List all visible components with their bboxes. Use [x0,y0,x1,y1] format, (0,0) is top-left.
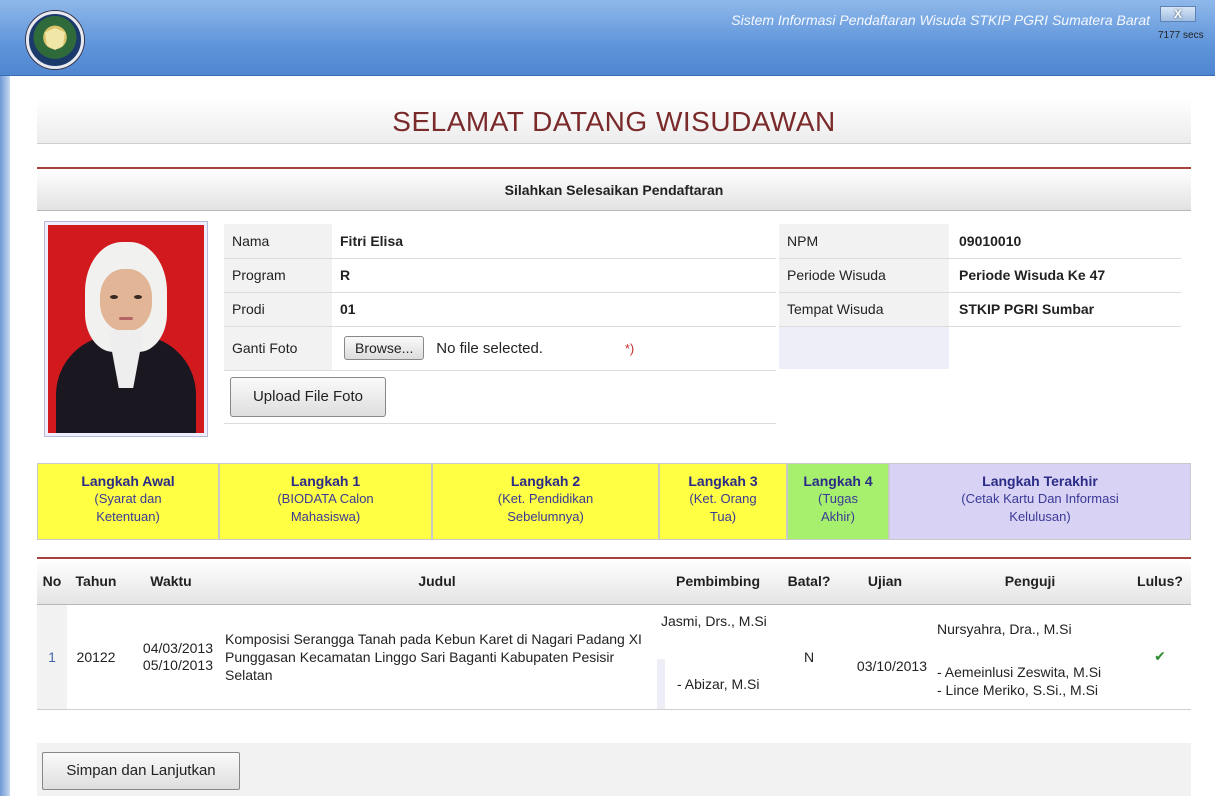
file-picker: Browse... No file selected. *) [332,326,776,371]
step-description: (BIODATA Calon Mahasiswa) [277,491,374,524]
col-ujian: Ujian [839,557,931,605]
step-langkah-4[interactable]: Langkah 4 (Tugas Akhir) [787,463,889,540]
info-label: NPM [779,224,949,259]
info-label: Nama [224,224,332,259]
step-description: (Ket. Pendidikan Sebelumnya) [497,491,594,524]
step-langkah-terakhir[interactable]: Langkah Terakhir (Cetak Kartu Dan Inform… [889,463,1191,540]
info-row-prodi: Prodi 01 [224,292,776,327]
pembimbing-1: Jasmi, Drs., M.Si [661,612,767,629]
profile-info-right: NPM 09010010 Periode Wisuda Periode Wisu… [779,224,1181,327]
info-label: Prodi [224,292,332,327]
col-judul: Judul [217,557,657,605]
info-value: R [332,258,776,293]
empty-cell [779,327,949,369]
step-title: Langkah 1 [290,473,361,489]
section-title: Silahkan Selesaikan Pendaftaran [37,167,1191,211]
info-row-periode: Periode Wisuda Periode Wisuda Ke 47 [779,258,1181,293]
step-title: Langkah 4 [803,473,873,489]
step-langkah-2[interactable]: Langkah 2 (Ket. Pendidikan Sebelumnya) [432,463,659,540]
cell-ujian: 03/10/2013 [839,604,931,710]
cell-no: 1 [37,604,67,710]
cell-pembimbing: Jasmi, Drs., M.Si - Abizar, M.Si [657,604,779,710]
col-pembimbing: Pembimbing [657,557,779,605]
step-langkah-awal[interactable]: Langkah Awal (Syarat dan Ketentuan) [37,463,219,540]
info-row-nama: Nama Fitri Elisa [224,224,776,259]
required-mark: *) [624,340,635,356]
step-title: Langkah 3 [688,473,758,489]
step-title: Langkah Terakhir [982,473,1098,489]
step-description: (Syarat dan Ketentuan) [94,491,162,524]
cell-penguji: Nursyahra, Dra., M.Si - Aemeinlusi Zeswi… [931,604,1129,710]
profile-photo-frame [44,221,208,437]
info-label: Program [224,258,332,293]
thesis-table: No Tahun Waktu Judul Pembimbing Batal? U… [37,557,1191,710]
waktu-start: 04/03/2013 [142,639,213,656]
step-description: (Tugas Akhir) [818,491,858,524]
checkmark-icon: ✔ [1129,604,1191,710]
info-row-npm: NPM 09010010 [779,224,1181,259]
title-bar: Sistem Informasi Pendaftaran Wisuda STKI… [0,0,1215,76]
info-label: Ganti Foto [224,326,332,371]
profile-photo [48,225,204,433]
col-penguji: Penguji [931,557,1129,605]
step-title: Langkah 2 [510,473,581,489]
save-and-continue-button[interactable]: Simpan dan Lanjutkan [42,752,240,790]
step-description: (Cetak Kartu Dan Informasi Kelulusan) [961,491,1119,524]
cell-waktu: 04/03/2013 05/10/2013 [125,604,217,710]
session-timer: 7177 secs [1158,30,1204,41]
info-value: STKIP PGRI Sumbar [949,292,1181,327]
step-langkah-3[interactable]: Langkah 3 (Ket. Orang Tua) [659,463,787,540]
info-value: 01 [332,292,776,327]
upload-photo-button[interactable]: Upload File Foto [230,377,386,417]
info-label: Tempat Wisuda [779,292,949,327]
info-row-ganti-foto: Ganti Foto Browse... No file selected. *… [224,326,776,371]
penguji-1: Nursyahra, Dra., M.Si [937,620,1072,637]
cell-judul: Komposisi Serangga Tanah pada Kebun Kare… [217,604,657,710]
waktu-end: 05/10/2013 [142,656,213,673]
close-button[interactable]: X [1160,6,1196,22]
info-row-tempat: Tempat Wisuda STKIP PGRI Sumbar [779,292,1181,327]
info-value: Periode Wisuda Ke 47 [949,258,1181,293]
profile-info-left: Nama Fitri Elisa Program R Prodi 01 Gant… [224,224,776,371]
page-title: SELAMAT DATANG WISUDAWAN [37,98,1191,144]
window-border [0,76,10,796]
penguji-2: - Aemeinlusi Zeswita, M.Si [937,663,1102,680]
cell-batal: N [779,604,839,710]
info-row-program: Program R [224,258,776,293]
penguji-3: - Lince Meriko, S.Si., M.Si [937,681,1099,698]
info-value: 09010010 [949,224,1181,259]
institution-logo [26,11,84,69]
col-waktu: Waktu [125,557,217,605]
step-langkah-1[interactable]: Langkah 1 (BIODATA Calon Mahasiswa) [219,463,432,540]
browse-button[interactable]: Browse... [344,336,425,360]
col-no: No [37,557,67,605]
col-lulus: Lulus? [1129,557,1191,605]
step-title: Langkah Awal [81,473,175,489]
col-tahun: Tahun [67,557,125,605]
info-value: Fitri Elisa [332,224,776,259]
no-file-text: No file selected. [436,339,543,357]
col-batal: Batal? [779,557,839,605]
table-header-row: No Tahun Waktu Judul Pembimbing Batal? U… [37,557,1191,605]
app-title: Sistem Informasi Pendaftaran Wisuda STKI… [731,12,1150,28]
info-label: Periode Wisuda [779,258,949,293]
step-description: (Ket. Orang Tua) [689,491,757,524]
pembimbing-2: - Abizar, M.Si [657,658,779,709]
cell-tahun: 20122 [67,604,125,710]
registration-steps: Langkah Awal (Syarat dan Ketentuan) Lang… [37,463,1191,540]
table-row: 1 20122 04/03/2013 05/10/2013 Komposisi … [37,604,1191,710]
